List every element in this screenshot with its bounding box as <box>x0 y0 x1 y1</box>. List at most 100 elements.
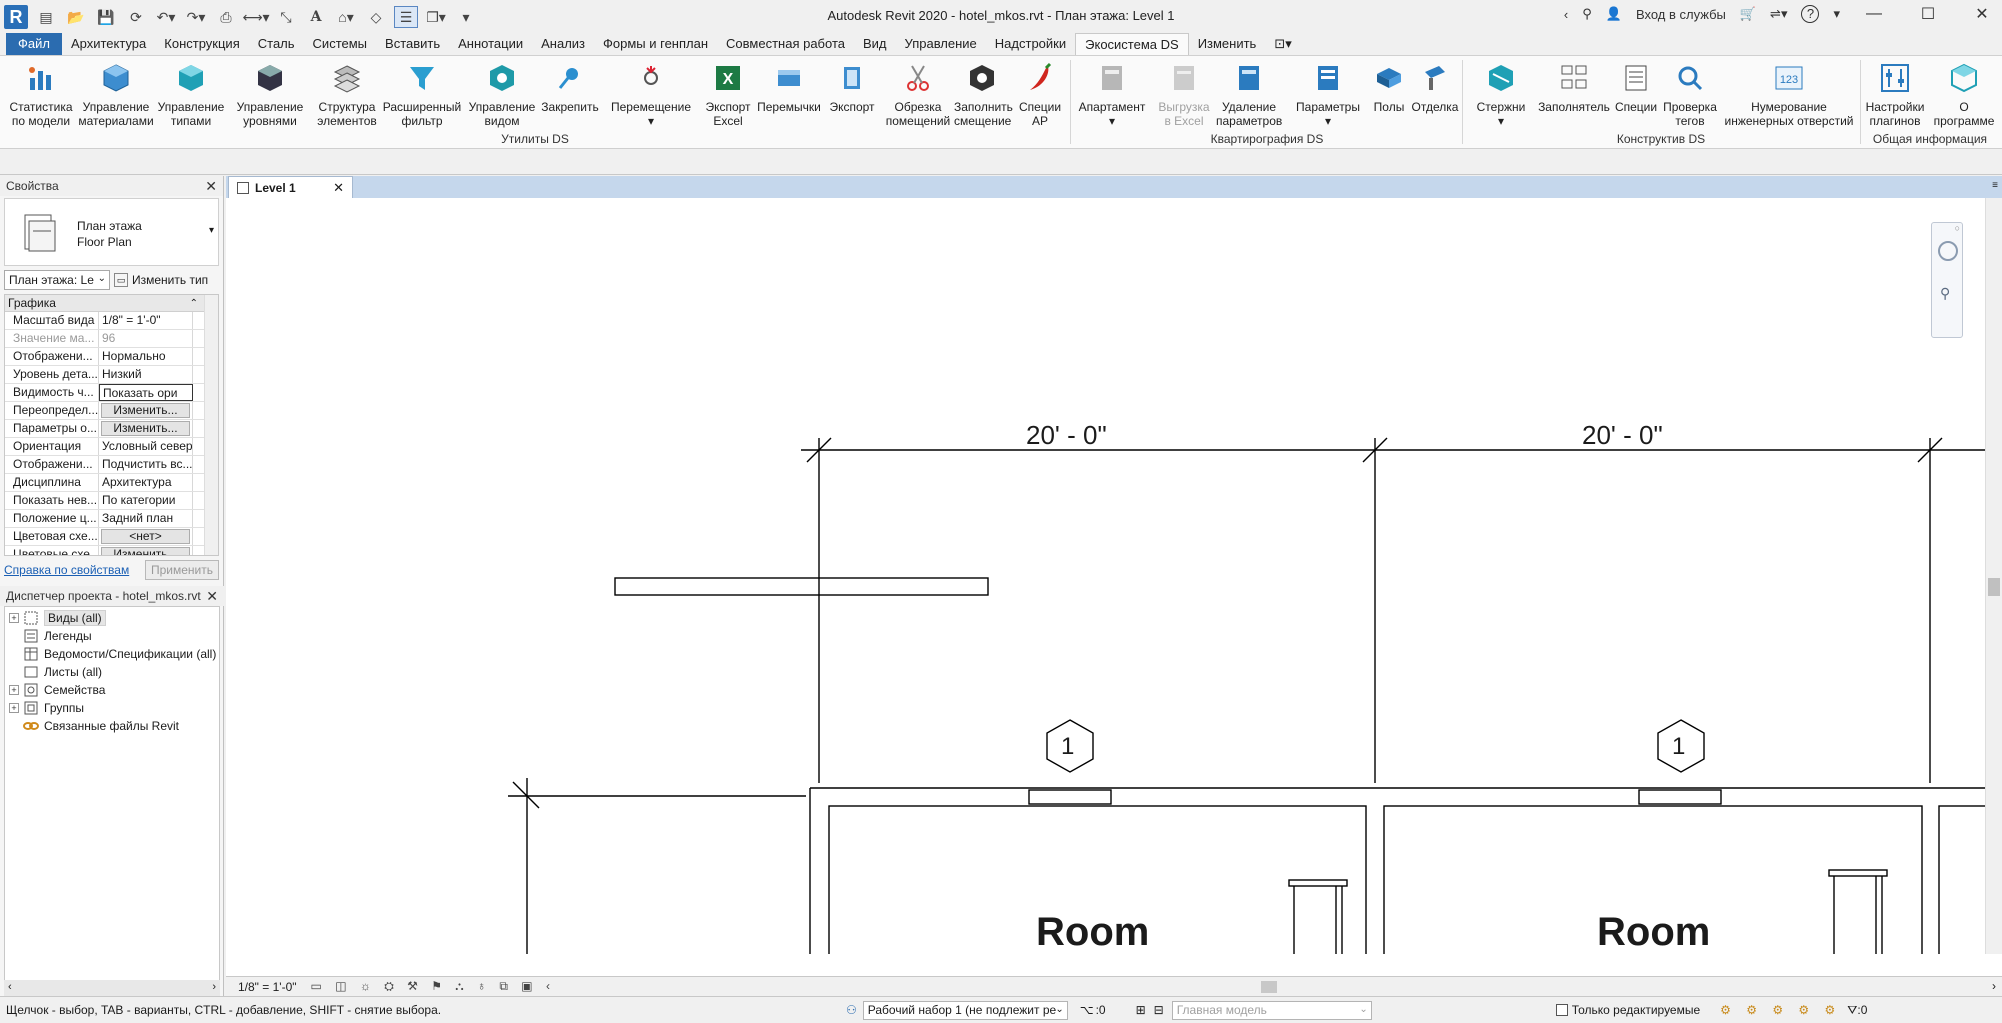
tab-massing-site[interactable]: Формы и генплан <box>594 33 717 55</box>
tab-addins[interactable]: Надстройки <box>986 33 1075 55</box>
floor-plan-drawing[interactable] <box>226 198 1985 954</box>
tab-architecture[interactable]: Архитектура <box>62 33 155 55</box>
ar-spices-button[interactable]: Специи АР <box>1012 60 1068 128</box>
tabs-menu-icon[interactable]: ≡ <box>1992 180 1998 191</box>
tree-item-views[interactable]: + Виды (all) <box>5 609 219 627</box>
window-tag-2[interactable]: 1 <box>1672 733 1685 761</box>
delete-parameters-button[interactable]: Удаление параметров <box>1216 60 1282 128</box>
minimize-button[interactable]: — <box>1854 5 1894 23</box>
lintels-button[interactable]: Перемычки <box>756 60 822 114</box>
vertical-scrollbar[interactable] <box>1985 198 2002 954</box>
fill-offset-button[interactable]: Заполнить смещение <box>954 60 1013 128</box>
tag-check-button[interactable]: Проверка тегов <box>1660 60 1720 128</box>
scroll-left-icon[interactable]: ‹ <box>8 981 12 993</box>
collapse-icon[interactable]: ⌃ <box>190 295 198 312</box>
view-scale-field[interactable]: 1/8" = 1'-0" <box>99 312 193 329</box>
maximize-button[interactable]: ☐ <box>1908 4 1948 24</box>
help-button[interactable]: ? <box>1801 5 1820 23</box>
nav-close-icon[interactable]: ○ <box>1955 223 1960 233</box>
room-trim-button[interactable]: Обрезка помещений <box>882 60 954 128</box>
tab-manage[interactable]: Управление <box>896 33 986 55</box>
tree-item-legends[interactable]: Легенды <box>5 627 219 645</box>
tab-ds-ecosystem[interactable]: Экосистема DS <box>1075 33 1189 55</box>
floors-button[interactable]: Полы <box>1370 60 1408 114</box>
pin-button[interactable]: Закрепить <box>540 60 600 114</box>
scroll-right-icon[interactable]: › <box>212 981 216 993</box>
close-icon[interactable]: ✕ <box>206 588 218 605</box>
tab-annotate[interactable]: Аннотации <box>449 33 532 55</box>
opening-numbering-button[interactable]: 123 Нумерование инженерных отверстий <box>1722 60 1856 128</box>
type-dropdown-icon[interactable]: ▾ <box>209 225 214 236</box>
materials-manager-button[interactable]: Управление материалами <box>78 60 154 128</box>
export-button[interactable]: Экспорт <box>824 60 880 114</box>
workset-select[interactable]: Рабочий набор 1 (не подлежит ре ⌄ <box>862 1000 1068 1020</box>
type-selector[interactable]: План этажа Floor Plan ▾ <box>4 198 219 266</box>
model-statistics-button[interactable]: Статистика по модели <box>6 60 76 128</box>
move-button[interactable]: Перемещение ▾ <box>608 60 694 128</box>
export-excel-button[interactable]: X Экспорт Excel <box>702 60 754 128</box>
window-tag-1[interactable]: 1 <box>1061 733 1074 761</box>
zoom-icon[interactable]: ⚲ <box>1940 285 1950 302</box>
checkbox-box[interactable] <box>1555 1004 1568 1016</box>
filler-button[interactable]: Заполнятель <box>1538 60 1610 114</box>
selection-count-icon[interactable]: ⌥ <box>1080 1003 1094 1017</box>
color-scheme-button[interactable]: <нет> <box>99 528 193 545</box>
tab-steel[interactable]: Сталь <box>249 33 304 55</box>
selection-filter-icons[interactable]: ⚙ ⚙ ⚙ ⚙ ⚙ <box>1720 1003 1841 1017</box>
spec-button[interactable]: Специи <box>1612 60 1660 114</box>
design-option-select[interactable]: Главная модель ⌄ <box>1171 1000 1372 1020</box>
rebars-button[interactable]: Стержни ▾ <box>1466 60 1536 128</box>
editing-requests-icon[interactable]: ⊞ <box>1136 1003 1146 1017</box>
search-arrow-icon[interactable]: ‹ <box>1564 7 1568 22</box>
color-schemes-edit-button[interactable]: Изменить... <box>99 546 193 555</box>
dimension-label-2[interactable]: 20' - 0" <box>1582 420 1663 451</box>
category-graphics[interactable]: Графика ⌃ <box>5 295 218 312</box>
tree-item-families[interactable]: + Семейства <box>5 681 219 699</box>
tab-modify[interactable]: Изменить <box>1189 33 1266 55</box>
tree-item-sheets[interactable]: Листы (all) <box>5 663 219 681</box>
edit-display-options-button[interactable]: Изменить... <box>99 420 193 437</box>
view-manager-button[interactable]: Управление видом <box>466 60 538 128</box>
view-tab-level-1[interactable]: Level 1 ✕ <box>228 176 353 198</box>
dimension-label-1[interactable]: 20' - 0" <box>1026 420 1107 451</box>
design-options-icon[interactable]: ⊟ <box>1154 1003 1164 1017</box>
close-button[interactable]: ✕ <box>1962 4 2002 24</box>
cart-icon[interactable]: 🛒 <box>1740 6 1756 22</box>
advanced-filter-button[interactable]: Расширенный фильтр <box>382 60 462 128</box>
tab-view[interactable]: Вид <box>854 33 896 55</box>
scroll-right-icon[interactable]: › <box>1992 979 1996 993</box>
room-label-2[interactable]: Room <box>1597 910 1710 954</box>
editable-only-checkbox[interactable]: Только редактируемые <box>1555 1003 1700 1017</box>
room-label-1[interactable]: Room <box>1036 910 1149 954</box>
properties-help-link[interactable]: Справка по свойствам <box>4 563 129 577</box>
close-tab-icon[interactable]: ✕ <box>333 180 344 196</box>
tree-item-revit-links[interactable]: Связанные файлы Revit <box>5 717 219 735</box>
tab-collaborate[interactable]: Совместная работа <box>717 33 854 55</box>
about-button[interactable]: Опрограмме <box>1930 60 1998 128</box>
steering-wheel-icon[interactable] <box>1938 241 1958 261</box>
apartment-button[interactable]: Апартамент ▾ <box>1072 60 1152 128</box>
ribbon-toggle-icon[interactable]: ⊡▾ <box>1265 33 1300 55</box>
tab-file[interactable]: Файл <box>6 33 62 55</box>
apply-button[interactable]: Применить <box>145 560 219 580</box>
excel-export-button[interactable]: Выгрузка в Excel <box>1154 60 1214 128</box>
signin-button[interactable]: Вход в службы <box>1636 7 1726 22</box>
tree-item-schedules[interactable]: Ведомости/Спецификации (all) <box>5 645 219 663</box>
browser-horizontal-scrollbar[interactable]: ‹ › <box>4 980 220 996</box>
types-manager-button[interactable]: Управление типами <box>156 60 226 128</box>
filter-icon[interactable]: ⛛ <box>1847 1003 1857 1018</box>
tab-structure[interactable]: Конструкция <box>155 33 248 55</box>
element-structure-button[interactable]: Структура элементов <box>314 60 380 128</box>
edit-type-button[interactable]: ▭ Изменить тип <box>114 273 208 287</box>
finishing-button[interactable]: Отделка <box>1410 60 1460 114</box>
vertical-scroll-thumb[interactable] <box>1988 578 2000 596</box>
exchange-icon[interactable]: ⇌▾ <box>1770 6 1787 22</box>
levels-manager-button[interactable]: Управление уровнями <box>230 60 310 128</box>
plugin-settings-button[interactable]: Настройки плагинов <box>1862 60 1928 128</box>
horizontal-scrollbar[interactable] <box>1261 981 1277 993</box>
tab-insert[interactable]: Вставить <box>376 33 449 55</box>
view-scale-button[interactable]: 1/8" = 1'-0" <box>238 980 297 994</box>
tab-analyze[interactable]: Анализ <box>532 33 594 55</box>
view-instance-select[interactable]: План этажа: Le ⌄ <box>4 270 110 290</box>
view-controls-icons[interactable]: ▭ ◫ ☼ ⛭ ⚒ ⚑ ⛬ ♁ ⧉ ▣ ‹ <box>311 979 555 994</box>
